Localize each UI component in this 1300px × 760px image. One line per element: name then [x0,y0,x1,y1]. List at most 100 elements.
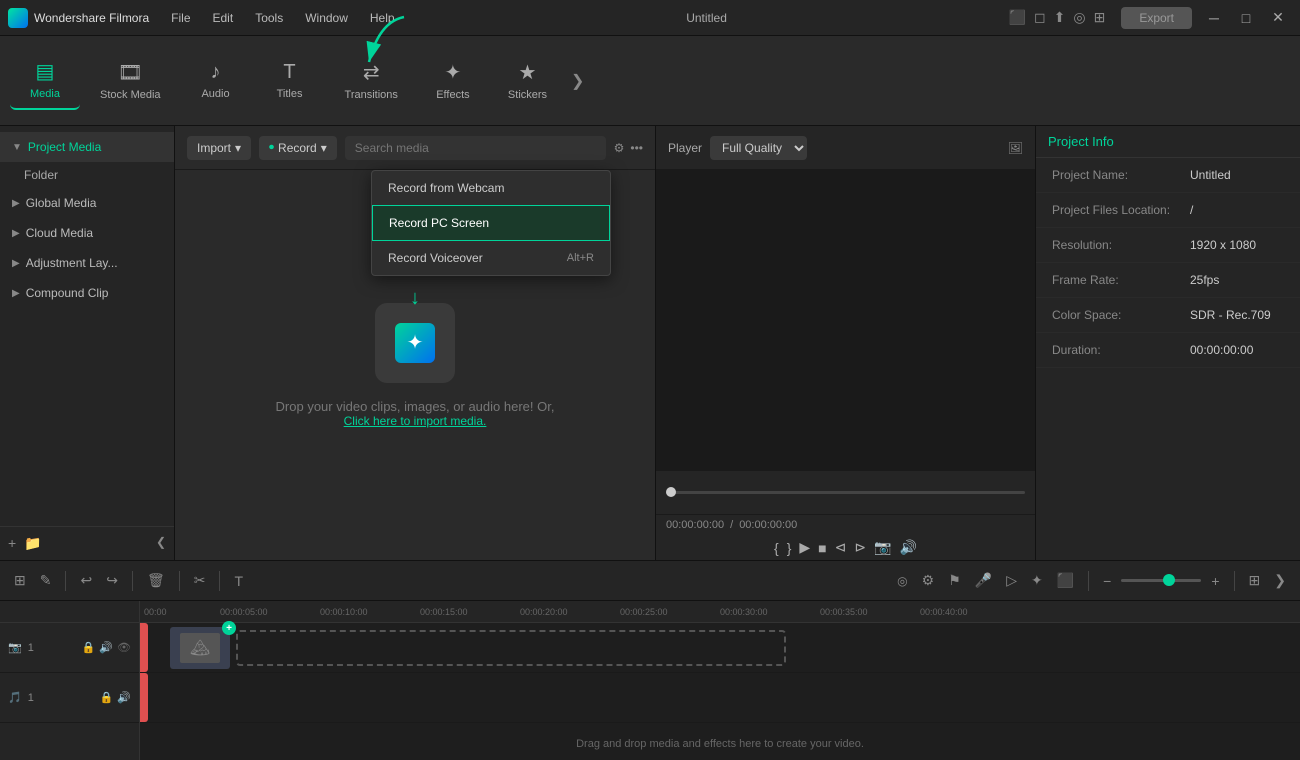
monitor-icon[interactable]: ⬛ [1009,9,1026,26]
mark-in-button[interactable]: { [774,540,779,556]
playback-progress[interactable] [666,491,1025,494]
tool-audio[interactable]: ♪ Audio [181,53,251,108]
zoom-in-button[interactable]: + [1207,569,1223,593]
undo-button[interactable]: ↩ [76,568,96,593]
menu-tools[interactable]: Tools [245,7,293,29]
menu-bar: File Edit Tools Window Help [161,7,404,29]
search-input[interactable] [345,136,606,160]
record-voiceover-option[interactable]: Record Voiceover Alt+R [372,241,610,275]
prev-frame-button[interactable]: ⊲ [835,539,847,556]
tl-monitor-icon[interactable]: ⬛ [1053,568,1078,593]
cloud-upload-icon[interactable]: ⬆ [1054,9,1066,26]
volume-icon[interactable]: 🔊 [900,539,917,556]
import-button-sidebar[interactable]: 📁 [24,535,41,552]
mark-out-button[interactable]: } [787,540,792,556]
sidebar-item-project-media[interactable]: ▼ Project Media [0,132,174,162]
import-link[interactable]: Click here to import media. [344,414,487,428]
timeline-edit-btn[interactable]: ✎ [36,568,56,593]
minimize-button[interactable]: ─ [1200,8,1228,28]
next-frame-button[interactable]: ⊳ [854,539,866,556]
record-button[interactable]: ⏺ Record ▾ [259,136,337,160]
player-thumbnail-icon[interactable]: 🖼 [1008,141,1023,155]
close-button[interactable]: ✕ [1264,8,1292,28]
stickers-icon: ★ [519,60,537,85]
add-media-badge[interactable]: + [222,621,236,635]
menu-file[interactable]: File [161,7,200,29]
tl-mic-icon[interactable]: 🎤 [971,568,996,593]
sidebar-section-top: ▼ Project Media Folder ▶ Global Media ▶ … [0,126,174,314]
collapse-sidebar-button[interactable]: ❮ [156,535,166,552]
play-button[interactable]: ▶ [799,539,810,556]
audio-track-volume-icon[interactable]: 🔊 [117,691,131,704]
import-button[interactable]: Import ▾ [187,136,251,160]
zoom-slider[interactable] [1121,579,1201,582]
track-lock-icon[interactable]: 🔒 [82,641,96,654]
tool-stickers[interactable]: ★ Stickers [492,52,563,109]
tool-effects[interactable]: ✦ Effects [418,52,488,109]
maximize-button[interactable]: □ [1232,8,1260,28]
info-row-name: Project Name: Untitled [1036,158,1300,193]
tl-flag-icon[interactable]: ⚑ [944,568,965,593]
toolbar-expand-chevron[interactable]: ❯ [567,63,588,99]
time-mark-25: 00:00:25:00 [620,607,668,617]
titles-icon: T [283,61,295,84]
track-eye-icon[interactable]: 👁 [117,641,131,654]
sidebar-bottom: + 📁 ❮ [0,526,174,560]
grid-icon[interactable]: ⊞ [1094,9,1106,26]
info-value-location: / [1190,203,1193,217]
sidebar-item-cloud-media[interactable]: ▶ Cloud Media [0,218,174,248]
track-header-video1: 📷 1 🔒 🔊 👁 [0,623,139,673]
video-drop-area[interactable] [236,630,786,666]
sidebar-cloud-media-label: Cloud Media [26,226,93,240]
menu-window[interactable]: Window [295,7,358,29]
chevron-icon-compound: ▶ [12,288,20,299]
menu-help[interactable]: Help [360,7,405,29]
tool-transitions[interactable]: ⇄ Transitions [329,52,414,109]
text-btn[interactable]: T [230,569,247,593]
info-row-resolution: Resolution: 1920 x 1080 [1036,228,1300,263]
media-toolbar: Import ▾ ⏺ Record ▾ ⚙ ••• [175,126,655,170]
record-chevron-icon: ▾ [321,141,327,155]
layout-toggle-button[interactable]: ⊞ [1245,568,1265,593]
tl-play-mark-icon[interactable]: ▷ [1002,568,1021,593]
sidebar-item-global-media[interactable]: ▶ Global Media [0,188,174,218]
zoom-out-button[interactable]: − [1099,569,1115,593]
menu-edit[interactable]: Edit [203,7,244,29]
tool-stock-media[interactable]: 🎞 Stock Media [84,52,177,109]
delete-button[interactable]: 🗑 [143,568,169,593]
app-name: Wondershare Filmora [34,11,149,25]
sidebar-item-compound-clip[interactable]: ▶ Compound Clip [0,278,174,308]
tl-magnet-icon[interactable]: ◎ [893,570,911,592]
quality-select[interactable]: Full Quality 1/2 Quality 1/4 Quality [710,136,807,160]
snapshot-button[interactable]: 📷 [874,539,891,556]
tool-media[interactable]: ▤ Media [10,51,80,110]
tl-gear-icon[interactable]: ⚙ [918,568,939,593]
audio-playhead-marker [140,673,148,722]
player-time-row: 00:00:00:00 / 00:00:00:00 [656,514,1035,535]
audio-track-lock-icon[interactable]: 🔒 [100,691,114,704]
monitor-small-icon[interactable]: ◻ [1034,9,1046,26]
tl-star-icon[interactable]: ✦ [1027,568,1047,593]
info-row-location: Project Files Location: / [1036,193,1300,228]
stop-button[interactable]: ■ [818,540,826,556]
headphone-icon[interactable]: ◎ [1073,9,1085,26]
audio-icon: ♪ [211,61,221,84]
track-volume-icon[interactable]: 🔊 [99,641,113,654]
more-options-button[interactable]: ❯ [1270,568,1290,593]
more-options-icon[interactable]: ••• [630,141,643,155]
zoom-thumb [1163,574,1175,586]
add-folder-button[interactable]: + [8,535,16,552]
tool-titles[interactable]: T Titles [255,53,325,108]
time-ruler: 00:00 00:00:05:00 00:00:10:00 00:00:15:0… [140,601,1300,623]
project-info-tab[interactable]: Project Info [1036,126,1300,158]
sidebar-folder[interactable]: Folder [0,162,174,188]
redo-button[interactable]: ↪ [102,568,122,593]
export-button[interactable]: Export [1121,7,1192,29]
record-webcam-option[interactable]: Record from Webcam [372,171,610,205]
sidebar-item-adjustment-layer[interactable]: ▶ Adjustment Lay... [0,248,174,278]
split-button[interactable]: ✂ [190,568,210,593]
media-actions: ⚙ ••• [614,141,643,155]
record-pc-screen-option[interactable]: Record PC Screen [372,205,610,241]
filter-icon[interactable]: ⚙ [614,141,625,155]
timeline-grid-btn[interactable]: ⊞ [10,568,30,593]
